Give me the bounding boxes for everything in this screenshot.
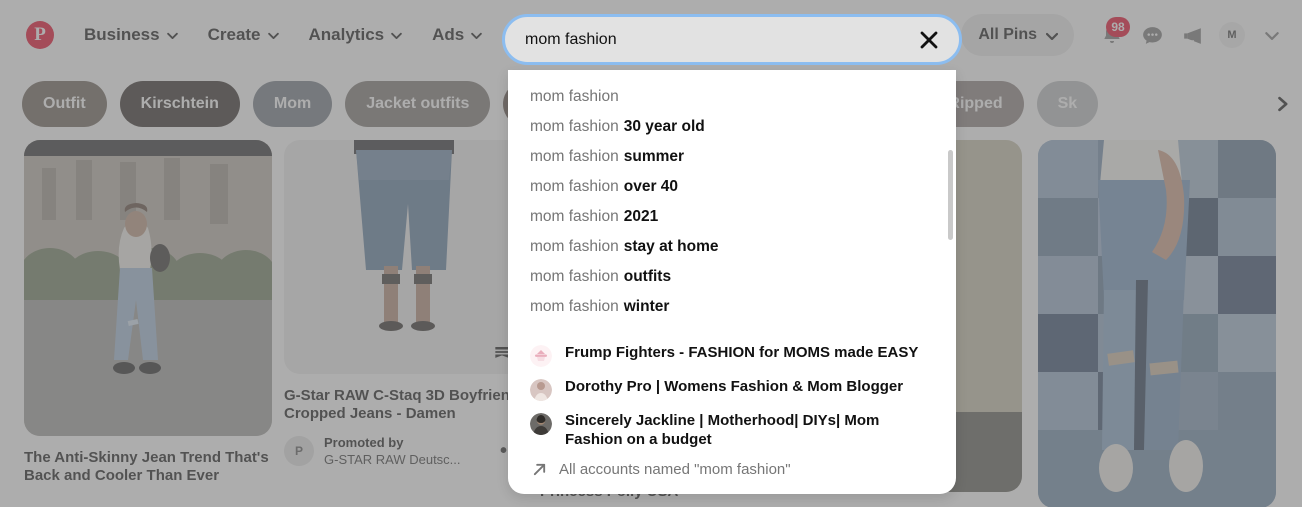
search-suggestion[interactable]: mom fashion over 40 [508, 172, 956, 202]
search-container [502, 14, 962, 65]
account-name: Dorothy Pro | Womens Fashion & Mom Blogg… [565, 377, 903, 396]
account-suggestion[interactable]: Frump Fighters - FASHION for MOMS made E… [508, 338, 956, 372]
account-suggestions: Frump Fighters - FASHION for MOMS made E… [508, 338, 956, 454]
suggestion-completion: 2021 [624, 208, 658, 226]
account-suggestion[interactable]: Sincerely Jackline | Motherhood| DIYs| M… [508, 406, 956, 454]
search-suggestion[interactable]: mom fashion outfits [508, 262, 956, 292]
search-input[interactable] [525, 31, 917, 49]
search-suggestion[interactable]: mom fashion 2021 [508, 202, 956, 232]
suggestion-prefix: mom fashion [530, 268, 619, 286]
close-icon[interactable] [917, 28, 941, 52]
pinterest-search-page: Outfit Kirschtein Mom Jacket outfits Kur… [0, 0, 1302, 507]
account-suggestion[interactable]: Dorothy Pro | Womens Fashion & Mom Blogg… [508, 372, 956, 406]
arrow-up-right-icon [532, 462, 547, 477]
search-suggestion[interactable]: mom fashion stay at home [508, 232, 956, 262]
suggestion-completion: stay at home [624, 238, 719, 256]
suggestion-completion: summer [624, 148, 684, 166]
suggestion-completion: winter [624, 298, 670, 316]
search-typeahead-dropdown[interactable]: mom fashion mom fashion 30 year old mom f… [508, 70, 956, 494]
search-suggestion[interactable]: mom fashion [508, 82, 956, 112]
dropdown-scrollbar[interactable] [948, 150, 953, 240]
suggestion-completion: over 40 [624, 178, 678, 196]
suggestion-prefix: mom fashion [530, 298, 619, 316]
avatar [530, 345, 552, 367]
avatar [530, 413, 552, 435]
suggestion-prefix: mom fashion [530, 178, 619, 196]
account-name: Frump Fighters - FASHION for MOMS made E… [565, 343, 918, 362]
search-suggestion[interactable]: mom fashion summer [508, 142, 956, 172]
suggestion-prefix: mom fashion [530, 88, 619, 106]
account-name: Sincerely Jackline | Motherhood| DIYs| M… [565, 411, 940, 449]
suggestion-completion: outfits [624, 268, 671, 286]
suggestion-prefix: mom fashion [530, 148, 619, 166]
suggestion-completion: 30 year old [624, 118, 705, 136]
suggestion-prefix: mom fashion [530, 118, 619, 136]
search-suggestion[interactable]: mom fashion winter [508, 292, 956, 322]
search-suggestion[interactable]: mom fashion 30 year old [508, 112, 956, 142]
suggestion-prefix: mom fashion [530, 208, 619, 226]
suggestion-prefix: mom fashion [530, 238, 619, 256]
all-accounts-label: All accounts named "mom fashion" [559, 461, 791, 478]
avatar [530, 379, 552, 401]
all-accounts-link[interactable]: All accounts named "mom fashion" [508, 454, 956, 485]
search-box[interactable] [502, 14, 962, 65]
